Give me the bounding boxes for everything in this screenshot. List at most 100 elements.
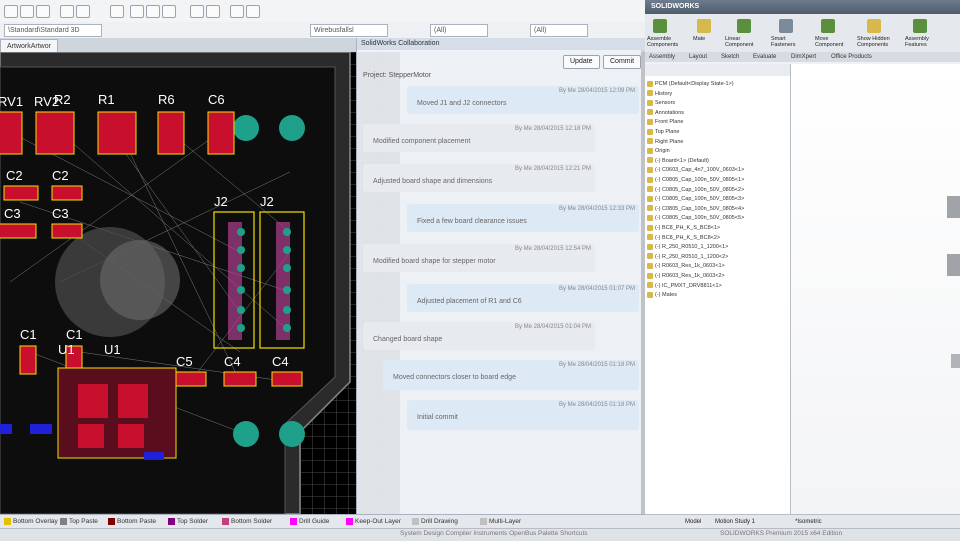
- class-filter-combo[interactable]: (All): [430, 24, 488, 37]
- collaboration-panel: SolidWorks Collaboration Update Commit P…: [356, 38, 645, 514]
- resistor-footprint: [0, 111, 23, 155]
- pcb-canvas[interactable]: RV1 RV2 R2 R1 R6 C6 C2 C2 C3 C3 J2 J2 C1…: [0, 52, 400, 514]
- feature-tree-item[interactable]: Top Plane: [647, 128, 679, 136]
- designator-label: C6: [208, 92, 225, 107]
- route-icon[interactable]: [130, 5, 144, 18]
- show-hidden-icon[interactable]: [867, 19, 881, 33]
- graphics-viewport[interactable]: [791, 64, 960, 514]
- feature-tree-item[interactable]: (-) C0805_Cap_100n_50V_0805<5>: [647, 214, 744, 222]
- tab-model[interactable]: Model: [685, 515, 701, 529]
- layer-tab[interactable]: Bottom Paste: [108, 517, 156, 527]
- undo-icon[interactable]: [60, 5, 74, 18]
- save-icon[interactable]: [36, 5, 50, 18]
- component-icon: [647, 253, 653, 260]
- wire-filter-combo[interactable]: Wirebusfallsl: [310, 24, 388, 37]
- feature-tree-item[interactable]: (-) BC8_PH_K_S_BC8<1>: [647, 224, 720, 232]
- feature-manager-tabs[interactable]: [645, 64, 790, 76]
- tab-assembly[interactable]: Assembly: [649, 52, 675, 62]
- tab-layout[interactable]: Layout: [689, 52, 707, 62]
- feature-tree-item[interactable]: Sensors: [647, 99, 675, 107]
- layer-tab[interactable]: Drill Drawing: [412, 517, 458, 527]
- tab-sketch[interactable]: Sketch: [721, 52, 739, 62]
- status-bar: System Design Compiler Instruments OpenB…: [0, 528, 960, 541]
- commit-message: Initial commit: [417, 414, 458, 421]
- commit-entry[interactable]: By Me 28/04/2015 12:09 PM Moved J1 and J…: [407, 86, 639, 114]
- feature-tree-item[interactable]: Right Plane: [647, 138, 683, 146]
- commit-button[interactable]: Commit: [603, 55, 642, 69]
- layer-tab[interactable]: Top Paste: [60, 517, 98, 527]
- mate-icon[interactable]: [697, 19, 711, 33]
- feature-tree-item[interactable]: (-) C0603_Cap_4n7_100V_0603<1>: [647, 166, 744, 174]
- pad-icon[interactable]: [162, 5, 176, 18]
- mount-pad: [233, 421, 259, 447]
- feature-tree-item[interactable]: (-) C0805_Cap_100n_50V_0805<4>: [647, 205, 744, 213]
- update-button[interactable]: Update: [563, 55, 600, 69]
- layer-tab[interactable]: Keep-Out Layer: [346, 517, 401, 527]
- feature-tree-item[interactable]: (-) C0805_Cap_100n_50V_0805<2>: [647, 186, 744, 194]
- feature-tree-item[interactable]: PCM (Default<Display State-1>): [647, 80, 734, 88]
- layer-tab[interactable]: Multi-Layer: [480, 517, 521, 527]
- feature-tree-item[interactable]: (-) C0805_Cap_100n_50V_0805<3>: [647, 195, 744, 203]
- zoom-icon[interactable]: [110, 5, 124, 18]
- component-icon: [647, 166, 653, 173]
- view-toolbar: \Standard\Standard 3D Wirebusfallsl (All…: [0, 22, 645, 39]
- commit-entry[interactable]: By Me 28/04/2015 01:18 PM Moved connecto…: [383, 360, 639, 390]
- feature-tree-item[interactable]: Front Plane: [647, 118, 683, 126]
- feature-tree-item[interactable]: (-) Board<1> (Default): [647, 157, 709, 165]
- new-icon[interactable]: [4, 5, 18, 18]
- view-config-combo[interactable]: \Standard\Standard 3D: [4, 24, 102, 37]
- layer-tab[interactable]: Bottom Solder: [222, 517, 272, 527]
- collab-panel-title: SolidWorks Collaboration: [357, 38, 645, 50]
- feature-tree-item[interactable]: (-) IC_PMXT_DRV8811<1>: [647, 282, 722, 290]
- pattern-icon[interactable]: [737, 19, 751, 33]
- line-icon[interactable]: [206, 5, 220, 18]
- component-icon: [647, 80, 653, 87]
- commit-entry[interactable]: By Me 28/04/2015 12:18 PM Modified compo…: [363, 124, 595, 152]
- measure-icon[interactable]: [230, 5, 244, 18]
- feature-tree-label: (-) IC_PMXT_DRV8811<1>: [655, 282, 722, 289]
- feature-tree-item[interactable]: (-) BC8_PH_K_S_BC8<2>: [647, 234, 720, 242]
- layer-tab[interactable]: Top Solder: [168, 517, 208, 527]
- feature-tree-label: Origin: [655, 148, 670, 155]
- feature-tree-item[interactable]: Annotations: [647, 109, 684, 117]
- feature-tree-item[interactable]: (-) R_250_R0510_1_1200<1>: [647, 243, 728, 251]
- tab-dimxpert[interactable]: DimXpert: [791, 52, 816, 62]
- commit-entry[interactable]: By Me 28/04/2015 01:18 PM Initial commit: [407, 400, 639, 430]
- commit-entry[interactable]: By Me 28/04/2015 12:54 PM Modified board…: [363, 244, 595, 272]
- designator-label: J2: [214, 194, 228, 209]
- commit-entry[interactable]: By Me 28/04/2015 01:07 PM Adjusted place…: [407, 284, 639, 312]
- commit-meta: By Me 28/04/2015 01:04 PM: [514, 324, 591, 330]
- feature-tree-item[interactable]: (-) C0805_Cap_100n_50V_0805<1>: [647, 176, 744, 184]
- commit-entry[interactable]: By Me 28/04/2015 01:04 PM Changed board …: [363, 322, 595, 350]
- feature-tree-item[interactable]: (-) R_250_R0510_1_1200<2>: [647, 253, 728, 261]
- commit-entry[interactable]: By Me 28/04/2015 12:33 PM Fixed a few bo…: [407, 204, 639, 232]
- assemble-icon[interactable]: [653, 19, 667, 33]
- feature-tree-item[interactable]: (-) Mates: [647, 291, 677, 299]
- feature-tree-item[interactable]: (-) R0603_Res_1k_0603<2>: [647, 272, 725, 280]
- fastener-icon[interactable]: [779, 19, 793, 33]
- open-icon[interactable]: [20, 5, 34, 18]
- tab-evaluate[interactable]: Evaluate: [753, 52, 776, 62]
- layer-tab[interactable]: Bottom Overlay: [4, 517, 58, 527]
- feature-tree-item[interactable]: Origin: [647, 147, 670, 155]
- net-filter-combo[interactable]: (All): [530, 24, 588, 37]
- move-component-icon[interactable]: [821, 19, 835, 33]
- tab-motion-study[interactable]: Motion Study 1: [715, 515, 755, 529]
- select-icon[interactable]: [246, 5, 260, 18]
- component-icon: [647, 224, 653, 231]
- redo-icon[interactable]: [76, 5, 90, 18]
- text-icon[interactable]: [190, 5, 204, 18]
- ribbon-label: Smart Fasteners: [771, 36, 796, 48]
- layer-tab-label: Keep-Out Layer: [355, 518, 401, 525]
- tab-office-products[interactable]: Office Products: [831, 52, 872, 62]
- solidworks-logo: SOLIDWORKS: [651, 3, 700, 10]
- designator-label: C3: [52, 206, 69, 221]
- layer-tab[interactable]: Drill Guide: [290, 517, 329, 527]
- commit-entry[interactable]: By Me 28/04/2015 12:21 PM Adjusted board…: [363, 164, 595, 192]
- feature-tree-item[interactable]: History: [647, 90, 672, 98]
- tab-pcb-document[interactable]: ArtworkArtwor: [0, 39, 58, 53]
- layer-tab-label: Drill Guide: [299, 518, 330, 525]
- feature-tree-item[interactable]: (-) R0603_Res_1k_0603<1>: [647, 262, 725, 270]
- assembly-features-icon[interactable]: [913, 19, 927, 33]
- via-icon[interactable]: [146, 5, 160, 18]
